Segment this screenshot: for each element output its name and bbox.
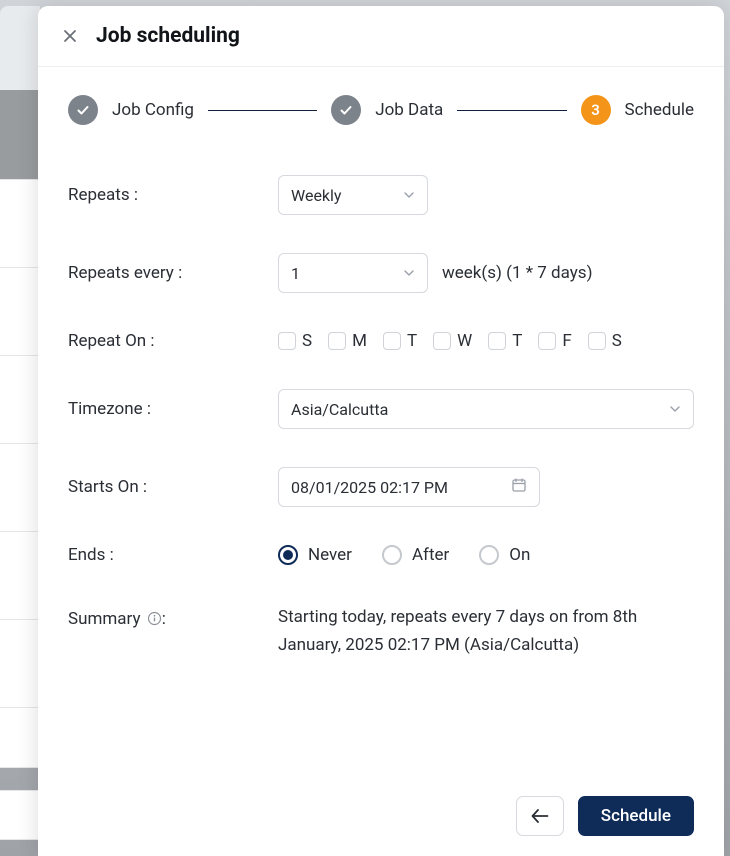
day-thursday: T [488,331,522,351]
ends-radio-never[interactable]: Never [278,545,352,565]
step-label: Job Config [112,100,194,120]
row-repeat-on: Repeat On : S M T [68,331,694,351]
repeats-value: Weekly [291,186,342,205]
close-icon [62,28,78,44]
arrow-left-icon [531,809,549,823]
day-checkbox[interactable] [328,332,346,350]
row-summary: Summary : Starting today, repeats every … [68,603,694,659]
repeat-on-label: Repeat On : [68,331,278,351]
ends-label: Ends : [68,545,278,565]
starts-on-label: Starts On : [68,477,278,497]
day-letter: W [457,331,472,351]
step-circle-done [68,95,98,125]
stepper: Job Config Job Data 3 Schedule [68,95,694,125]
day-wednesday: W [433,331,472,351]
modal-header: Job scheduling [38,6,724,67]
ends-radio-after[interactable]: After [382,545,449,565]
repeats-every-label: Repeats every : [68,263,278,283]
timezone-value: Asia/Calcutta [291,400,388,419]
schedule-button[interactable]: Schedule [578,796,694,836]
timezone-label: Timezone : [68,399,278,419]
day-letter: M [352,331,367,351]
repeats-label: Repeats : [68,185,278,205]
repeats-every-select[interactable]: 1 [278,253,428,293]
day-checkbox[interactable] [488,332,506,350]
radio-label: On [509,545,530,565]
info-icon[interactable] [147,611,162,626]
repeats-every-suffix: week(s) (1 * 7 days) [442,263,593,283]
repeats-every-value: 1 [291,264,300,283]
step-circle-active: 3 [581,95,611,125]
step-circle-done [331,95,361,125]
chevron-down-icon [403,189,415,201]
back-button[interactable] [516,796,564,836]
row-timezone: Timezone : Asia/Calcutta [68,389,694,429]
modal-title: Job scheduling [96,24,240,48]
modal-body: Job Config Job Data 3 Schedule Repeats :… [38,67,724,780]
day-sunday: S [278,331,312,351]
day-tuesday: T [383,331,417,351]
row-ends: Ends : Never After On [68,545,694,565]
starts-on-value: 08/01/2025 02:17 PM [291,478,448,497]
chevron-down-icon [669,403,681,415]
day-checkbox[interactable] [433,332,451,350]
close-button[interactable] [60,26,80,46]
step-job-config[interactable]: Job Config [68,95,194,125]
radio-circle [382,545,402,565]
calendar-icon [511,477,527,497]
ends-radio-group: Never After On [278,545,530,565]
row-repeats: Repeats : Weekly [68,175,694,215]
day-saturday: S [588,331,622,351]
radio-label: After [412,545,449,565]
summary-label: Summary : [68,603,278,629]
day-letter: F [562,331,571,351]
job-scheduling-modal: Job scheduling Job Config Job Data 3 Sch… [38,6,724,856]
checkmark-icon [339,103,353,117]
chevron-down-icon [403,267,415,279]
summary-text: Starting today, repeats every 7 days on … [278,603,678,659]
day-checkbox[interactable] [588,332,606,350]
checkmark-icon [76,103,90,117]
timezone-select[interactable]: Asia/Calcutta [278,389,694,429]
repeats-select[interactable]: Weekly [278,175,428,215]
day-letter: T [407,331,417,351]
day-letter: T [512,331,522,351]
row-starts-on: Starts On : 08/01/2025 02:17 PM [68,467,694,507]
day-monday: M [328,331,367,351]
row-repeats-every: Repeats every : 1 week(s) (1 * 7 days) [68,253,694,293]
step-schedule[interactable]: 3 Schedule [581,95,694,125]
day-checkbox[interactable] [278,332,296,350]
day-letter: S [612,331,622,351]
day-checkbox[interactable] [383,332,401,350]
starts-on-input[interactable]: 08/01/2025 02:17 PM [278,467,540,507]
day-checkbox[interactable] [538,332,556,350]
step-label: Schedule [625,100,694,120]
step-divider [208,110,317,111]
step-divider [457,110,566,111]
step-job-data[interactable]: Job Data [331,95,443,125]
radio-circle [479,545,499,565]
day-letter: S [302,331,312,351]
ends-radio-on[interactable]: On [479,545,530,565]
days-group: S M T W T [278,331,622,351]
radio-label: Never [308,545,352,565]
day-friday: F [538,331,571,351]
radio-circle [278,545,298,565]
step-label: Job Data [375,100,443,120]
modal-footer: Schedule [38,780,724,856]
